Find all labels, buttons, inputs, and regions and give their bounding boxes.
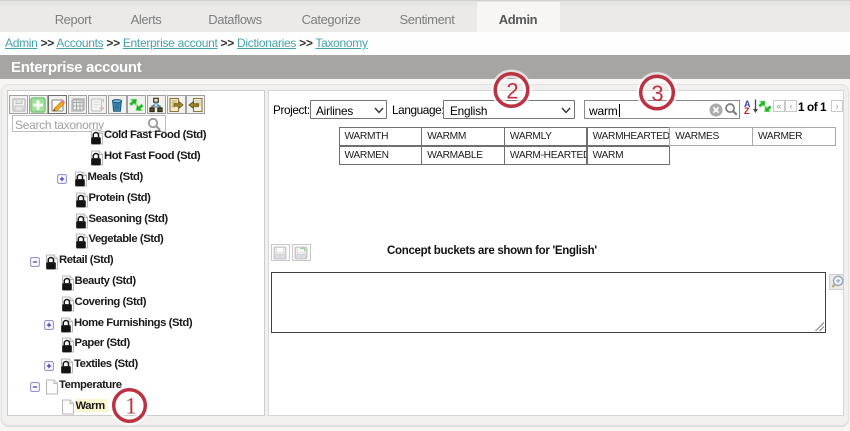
svg-text:1: 1 — [125, 394, 137, 419]
svg-text:2: 2 — [506, 79, 518, 104]
svg-text:3: 3 — [651, 81, 663, 106]
